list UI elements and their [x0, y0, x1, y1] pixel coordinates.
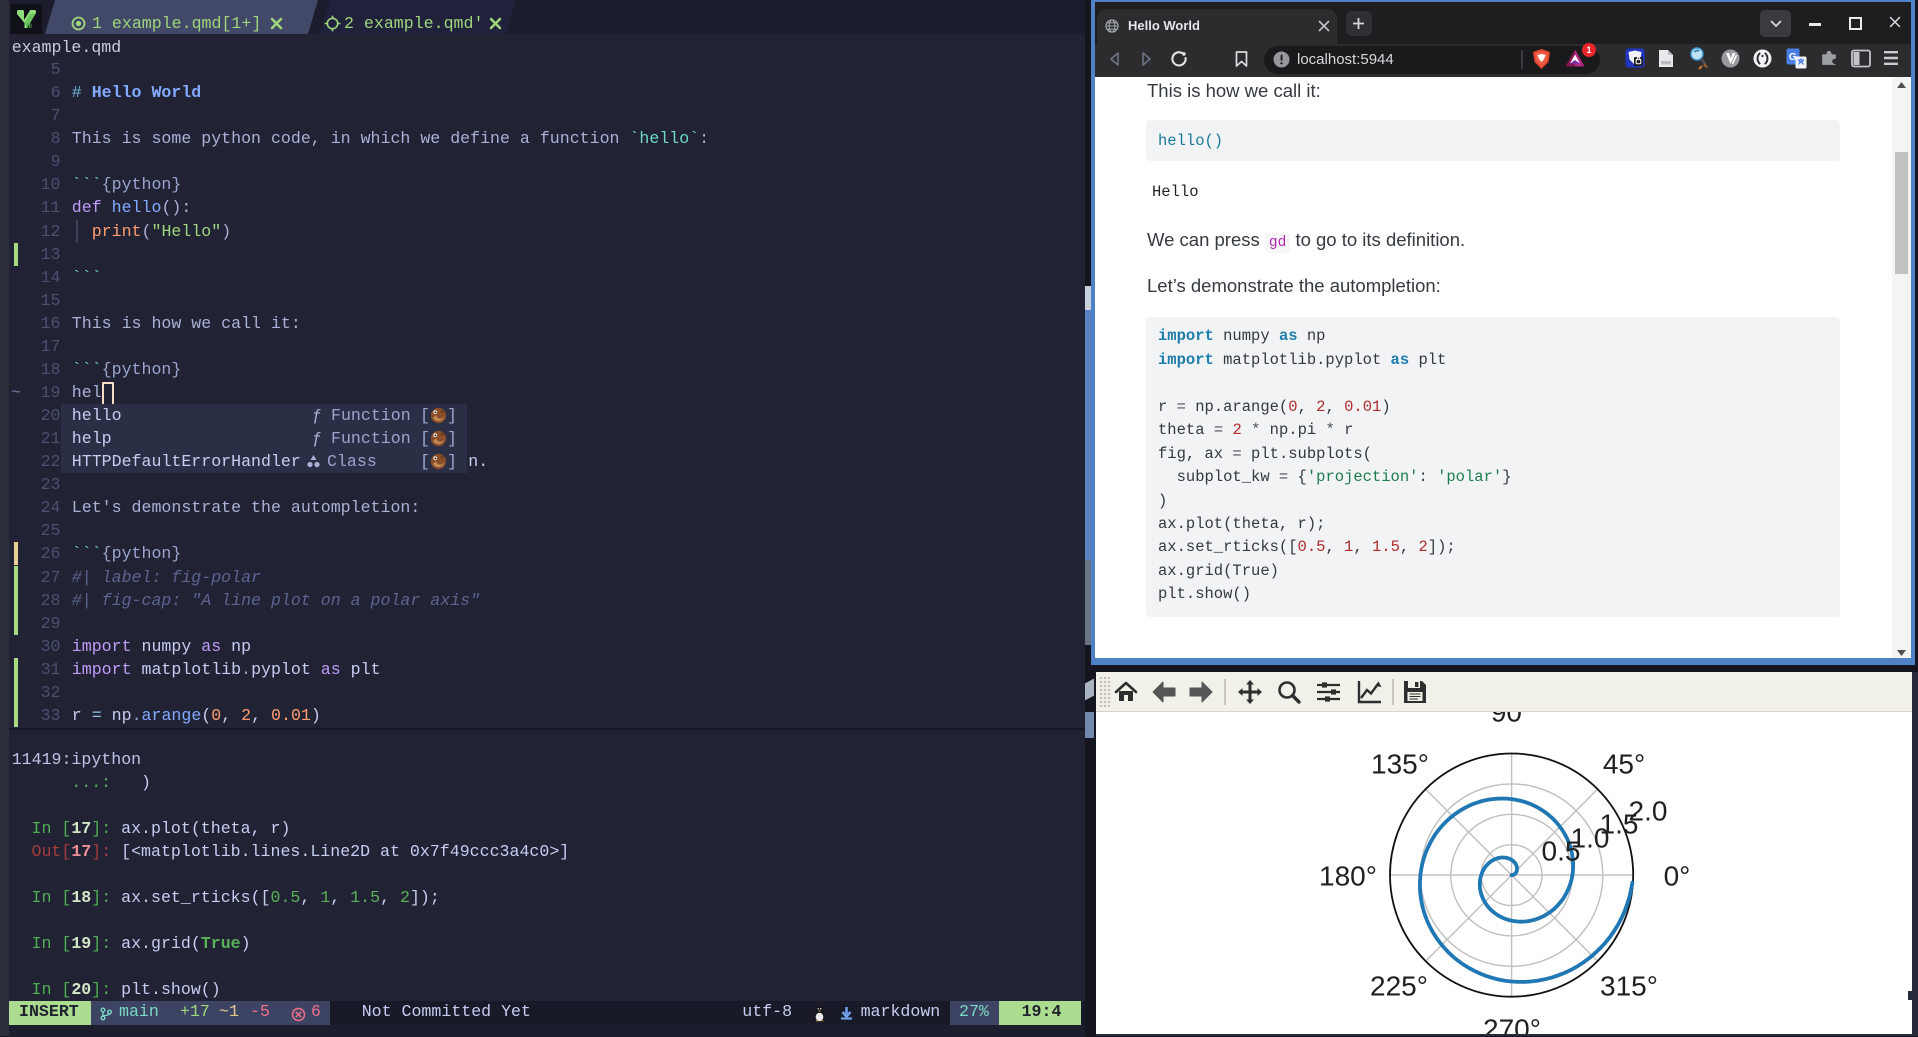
- svg-text:45°: 45°: [1603, 749, 1645, 780]
- svg-text:0°: 0°: [1664, 861, 1691, 892]
- svg-text:m: m: [27, 22, 32, 31]
- svg-text:270°: 270°: [1483, 1014, 1541, 1035]
- svg-text:135°: 135°: [1371, 749, 1429, 780]
- svg-text:315°: 315°: [1600, 971, 1658, 1002]
- svg-text:90°: 90°: [1491, 712, 1533, 728]
- svg-text:225°: 225°: [1370, 971, 1428, 1002]
- svg-text:180°: 180°: [1319, 861, 1377, 892]
- svg-text:2.0: 2.0: [1629, 796, 1668, 827]
